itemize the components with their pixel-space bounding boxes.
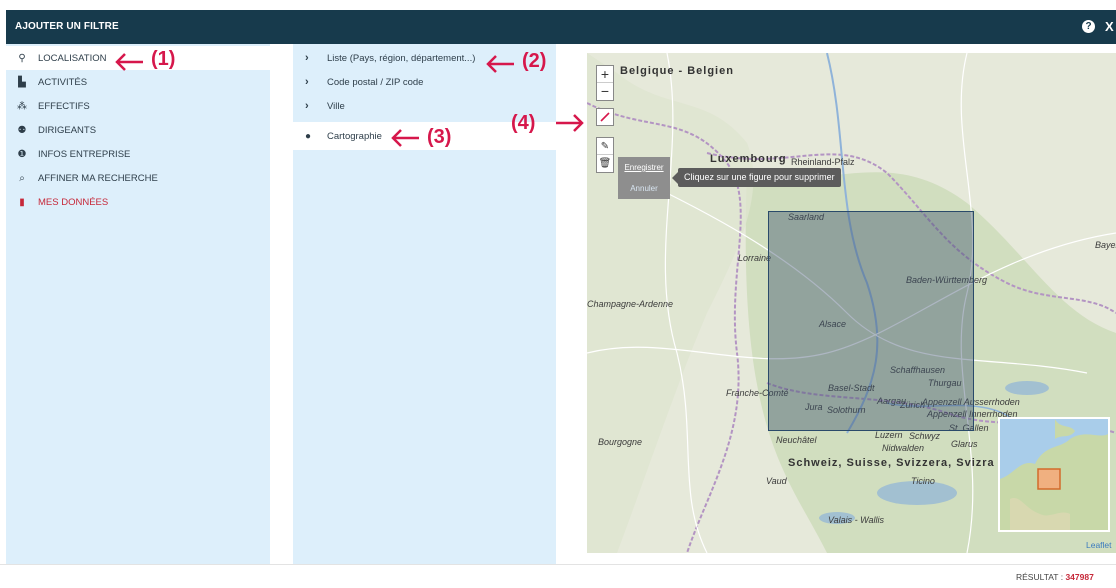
globe-icon: ●	[305, 130, 312, 142]
map-label: Nidwalden	[882, 443, 925, 453]
column-gap	[270, 44, 293, 564]
arrow-left-icon	[391, 129, 419, 147]
menu-item-mes-donnees[interactable]: ▮ MES DONNÉES	[6, 190, 270, 214]
map-label: Bayern	[1095, 240, 1116, 250]
menu-label: MES DONNÉES	[38, 196, 109, 208]
menu-label: DIRIGEANTS	[38, 124, 97, 136]
map-view[interactable]: Belgique - Belgien Luxembourg Rheinland-…	[587, 53, 1116, 553]
zoom-control: + −	[596, 65, 614, 101]
map-label: Luxembourg	[710, 153, 787, 165]
result-count: RÉSULTAT : 347987	[1016, 572, 1094, 582]
annotation-4: (4)	[511, 112, 536, 134]
save-button[interactable]: Enregistrer	[618, 157, 670, 178]
menu-item-infos-entreprise[interactable]: ❶ INFOS ENTREPRISE	[6, 142, 270, 166]
submenu-label: Code postal / ZIP code	[327, 76, 424, 88]
menu-item-dirigeants[interactable]: ⚉ DIRIGEANTS	[6, 118, 270, 142]
menu-item-affiner[interactable]: ⌕ AFFINER MA RECHERCHE	[6, 166, 270, 190]
submenu-item-code-postal[interactable]: › Code postal / ZIP code	[293, 70, 556, 94]
map-label: Lorraine	[738, 253, 772, 263]
menu-label: LOCALISATION	[38, 52, 107, 64]
industry-icon: ▙	[18, 76, 26, 88]
map-pin-icon: ⚲	[18, 52, 26, 64]
delete-actions: Enregistrer Annuler	[618, 157, 670, 199]
top-strip	[0, 0, 1116, 10]
cancel-button[interactable]: Annuler	[618, 178, 670, 199]
title-bar: AJOUTER UN FILTRE ? X	[6, 10, 1116, 44]
map-label: Schwyz	[909, 431, 941, 441]
delete-tooltip: Cliquez sur une figure pour supprimer	[672, 168, 841, 187]
map-label: Luzern	[875, 430, 903, 440]
search-icon: ⌕	[19, 172, 25, 184]
dialog-title: AJOUTER UN FILTRE	[15, 21, 119, 32]
result-footer: RÉSULTAT : 347987	[0, 564, 1116, 588]
chevron-right-icon: ›	[305, 52, 309, 64]
leaflet-attribution[interactable]: Leaflet	[1086, 540, 1112, 550]
map-label: Belgique - Belgien	[620, 65, 734, 77]
menu-label: ACTIVITÉS	[38, 76, 88, 88]
arrow-left-icon	[115, 53, 143, 71]
users-icon: ⚉	[17, 124, 27, 136]
result-label: RÉSULTAT :	[1016, 572, 1064, 582]
minimap[interactable]	[998, 417, 1110, 532]
annotation-3: (3)	[427, 126, 452, 148]
submenu-label: Ville	[327, 100, 345, 112]
group-icon: ⁂	[17, 100, 27, 112]
map-label: Glarus	[951, 439, 978, 449]
trash-icon[interactable]: 🗑	[597, 155, 613, 172]
info-icon: ❶	[17, 148, 27, 160]
minimap-image	[1000, 419, 1108, 530]
menu-item-activites[interactable]: ▙ ACTIVITÉS	[6, 70, 270, 94]
edit-icon[interactable]: ✎	[597, 138, 613, 155]
arrow-left-icon	[486, 55, 514, 73]
annotation-2: (2)	[522, 50, 547, 72]
submenu-item-liste[interactable]: › Liste (Pays, région, département...)	[293, 46, 556, 70]
arrow-right-icon	[556, 114, 584, 132]
close-icon[interactable]: X	[1105, 19, 1114, 34]
draw-line-button[interactable]	[596, 108, 614, 126]
category-menu: ⚲ LOCALISATION ▙ ACTIVITÉS ⁂ EFFECTIFS ⚉…	[6, 44, 270, 564]
menu-label: AFFINER MA RECHERCHE	[38, 172, 158, 184]
selection-rectangle[interactable]	[768, 211, 974, 431]
map-label: Neuchâtel	[776, 435, 817, 445]
submenu-label: Cartographie	[327, 130, 382, 142]
submenu-label: Liste (Pays, région, département...)	[327, 52, 476, 64]
menu-item-effectifs[interactable]: ⁂ EFFECTIFS	[6, 94, 270, 118]
map-label: Bourgogne	[598, 437, 643, 447]
map-label: Rheinland-Pfalz	[791, 157, 855, 167]
menu-label: EFFECTIFS	[38, 100, 90, 112]
zoom-out-button[interactable]: −	[597, 83, 613, 100]
file-icon: ▮	[19, 196, 25, 208]
chevron-right-icon: ›	[305, 100, 309, 112]
result-value: 347987	[1065, 572, 1094, 582]
map-label: Vaud	[766, 476, 787, 486]
edit-toolbar: ✎ 🗑	[596, 137, 614, 173]
map-label: Ticino	[911, 476, 935, 486]
map-label: Schweiz, Suisse, Svizzera, Svizra	[788, 457, 995, 469]
help-icon[interactable]: ?	[1082, 20, 1095, 33]
zoom-in-button[interactable]: +	[597, 66, 613, 83]
menu-label: INFOS ENTREPRISE	[38, 148, 131, 160]
map-label: Champagne-Ardenne	[587, 299, 674, 309]
map-label: Valais - Wallis	[828, 515, 885, 525]
pencil-line-icon	[600, 112, 610, 122]
chevron-right-icon: ›	[305, 76, 309, 88]
annotation-1: (1)	[151, 48, 176, 70]
